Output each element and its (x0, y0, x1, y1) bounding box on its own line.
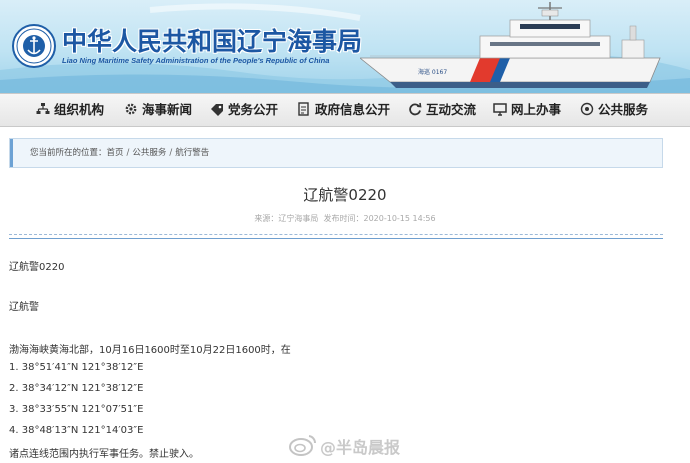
tag-icon (210, 102, 224, 116)
site-banner: 中华人民共和国辽宁海事局 Liao Ning Maritime Safety A… (0, 0, 690, 93)
org-chart-icon (36, 102, 50, 116)
article-meta: 来源：辽宁海事局 发布时间：2020-10-15 14:56 (0, 213, 690, 224)
document-icon (297, 102, 311, 116)
msa-emblem-icon (12, 24, 56, 68)
divider-solid (9, 238, 663, 239)
site-subtitle: Liao Ning Maritime Safety Administration… (62, 56, 330, 65)
nav-label: 公共服务 (598, 102, 649, 117)
coordinate-line: 1. 38°51′41″N 121°38′12″E (9, 362, 144, 373)
article-line: 渤海海峡黄海北部，10月16日1600时至10月22日1600时，在 (9, 345, 291, 356)
breadcrumb-home-link[interactable]: 首页 (107, 148, 124, 158)
nav-item-news[interactable]: 海事新闻 (124, 94, 192, 126)
watermark-text: @半岛晨报 (320, 438, 401, 457)
main-nav: 组织机构 海事新闻 党务公开 政府信息公开 互动交流 网上办事 公共服务 (0, 93, 690, 127)
breadcrumb-nav-warning-link[interactable]: 航行警告 (175, 148, 209, 158)
nav-label: 组织机构 (54, 102, 105, 117)
nav-label: 政府信息公开 (315, 102, 391, 117)
nav-item-party[interactable]: 党务公开 (210, 94, 278, 126)
coordinate-line: 2. 38°34′12″N 121°38′12″E (9, 383, 144, 394)
article-line: 辽航警0220 (9, 262, 65, 273)
nav-label: 网上办事 (511, 102, 562, 117)
article-title: 辽航警0220 (303, 186, 387, 204)
patrol-ship-image: 海巡 0167 (360, 2, 661, 88)
article-line: 诸点连线范围内执行军事任务。禁止驶入。 (9, 449, 199, 460)
nav-item-gov-info[interactable]: 政府信息公开 (297, 94, 390, 126)
article-date: 发布时间：2020-10-15 14:56 (323, 214, 436, 223)
nav-item-public-service[interactable]: 公共服务 (580, 94, 648, 126)
breadcrumb-separator: / (126, 148, 130, 158)
nav-item-interaction[interactable]: 互动交流 (408, 94, 476, 126)
nav-item-online-service[interactable]: 网上办事 (493, 94, 561, 126)
coordinate-line: 4. 38°48′13″N 121°14′03″E (9, 425, 144, 436)
breadcrumb-separator: / (169, 148, 173, 158)
breadcrumb: 您当前所在的位置：首页 / 公共服务 / 航行警告 (9, 138, 663, 168)
settings-icon (580, 102, 594, 116)
breadcrumb-text: 您当前所在的位置：首页 / 公共服务 / 航行警告 (30, 139, 209, 167)
article-line: 辽航警 (9, 302, 39, 313)
breadcrumb-public-service-link[interactable]: 公共服务 (132, 148, 166, 158)
breadcrumb-prefix: 您当前所在的位置： (30, 148, 107, 158)
nav-label: 党务公开 (228, 102, 279, 117)
refresh-icon (408, 102, 422, 116)
nav-item-org[interactable]: 组织机构 (36, 94, 104, 126)
coordinate-line: 3. 38°33′55″N 121°07′51″E (9, 404, 144, 415)
nav-label: 海事新闻 (142, 102, 193, 117)
nav-label: 互动交流 (426, 102, 477, 117)
breadcrumb-accent (10, 139, 13, 167)
divider-dashed (9, 234, 663, 235)
site-title: 中华人民共和国辽宁海事局 (62, 27, 363, 56)
monitor-icon (493, 102, 507, 116)
gear-icon (124, 102, 138, 116)
weibo-logo-icon (289, 435, 317, 456)
ship-hull-label: 海巡 0167 (418, 68, 447, 76)
article-source: 来源：辽宁海事局 (254, 214, 319, 223)
